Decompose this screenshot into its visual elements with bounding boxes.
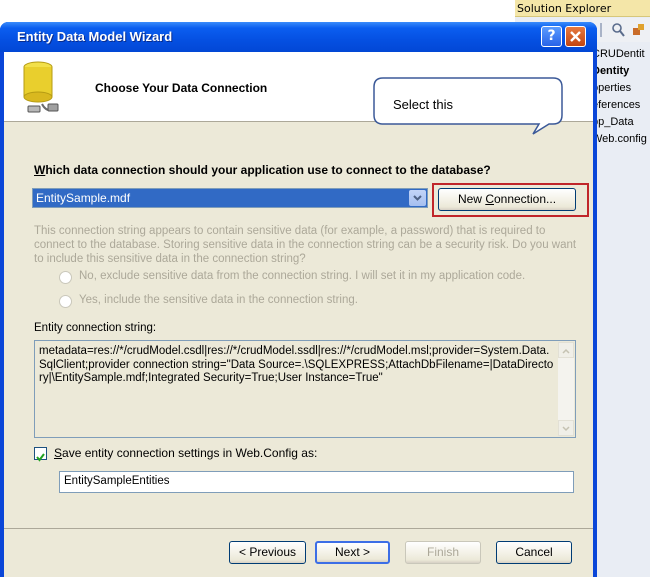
previous-button[interactable]: < Previous	[229, 541, 306, 564]
dropdown-arrow-button[interactable]	[409, 190, 426, 206]
tree-item[interactable]: Web.config	[592, 131, 650, 148]
vertical-scrollbar[interactable]	[558, 342, 574, 436]
entity-connection-label: Entity connection string:	[34, 322, 157, 334]
solution-explorer-toolbar	[592, 18, 650, 42]
callout-text: Select this	[393, 97, 453, 112]
entities-name-value: EntitySampleEntities	[64, 475, 170, 487]
title-bar[interactable]: Entity Data Model Wizard ?	[0, 22, 597, 52]
help-button[interactable]: ?	[541, 26, 562, 47]
window-title: Entity Data Model Wizard	[17, 29, 173, 44]
checkmark-icon	[36, 453, 45, 462]
connection-dropdown-value: EntitySample.mdf	[36, 191, 131, 205]
save-settings-label: Save entity connection settings in Web.C…	[54, 446, 317, 460]
label-text: ave entity connection settings in Web.Co…	[62, 446, 318, 460]
chevron-down-icon	[562, 426, 570, 432]
tree-item[interactable]: Dentity	[592, 63, 650, 80]
tree-item[interactable]: pp_Data	[592, 114, 650, 131]
exclude-sensitive-radio[interactable]	[59, 271, 72, 284]
scroll-down-button[interactable]	[558, 420, 574, 436]
question-text: hich data connection should your applica…	[45, 163, 491, 177]
cancel-button[interactable]: Cancel	[496, 541, 572, 564]
access-key: S	[54, 446, 63, 460]
entity-connection-string: metadata=res://*/crudModel.csdl|res://*/…	[39, 345, 554, 384]
chevron-down-icon	[413, 195, 422, 201]
next-button[interactable]: Next >	[315, 541, 390, 564]
chevron-up-icon	[562, 348, 570, 354]
save-settings-checkbox[interactable]	[34, 447, 47, 462]
sensitive-data-warning: This connection string appears to contai…	[34, 225, 577, 265]
database-connection-icon	[23, 61, 59, 113]
highlight-box	[432, 183, 589, 217]
solution-explorer-tree: CRUDentit Dentity operties eferences pp_…	[592, 46, 650, 148]
connection-dropdown[interactable]: EntitySample.mdf	[32, 188, 428, 208]
include-sensitive-radio[interactable]	[59, 295, 72, 308]
tree-item[interactable]: eferences	[592, 97, 650, 114]
solution-explorer-title: Solution Explorer	[515, 0, 650, 17]
class-view-icon[interactable]	[630, 22, 646, 38]
access-key: W	[34, 163, 46, 177]
footer-divider	[4, 528, 593, 529]
tree-item[interactable]: CRUDentit	[592, 46, 650, 63]
tree-item[interactable]: operties	[592, 80, 650, 97]
magnifier-icon[interactable]	[610, 22, 626, 38]
entity-connection-textbox[interactable]: metadata=res://*/crudModel.csdl|res://*/…	[34, 340, 576, 438]
question-icon: ?	[547, 28, 556, 44]
include-sensitive-label: Yes, include the sensitive data in the c…	[79, 294, 358, 306]
finish-button[interactable]: Finish	[405, 541, 481, 564]
exclude-sensitive-label: No, exclude sensitive data from the conn…	[79, 270, 526, 282]
page-title: Choose Your Data Connection	[95, 81, 268, 95]
scroll-up-button[interactable]	[558, 342, 574, 358]
close-icon	[570, 31, 581, 42]
connection-question: Which data connection should your applic…	[34, 163, 491, 177]
close-button[interactable]	[565, 26, 586, 47]
entities-name-input[interactable]: EntitySampleEntities	[59, 471, 574, 493]
